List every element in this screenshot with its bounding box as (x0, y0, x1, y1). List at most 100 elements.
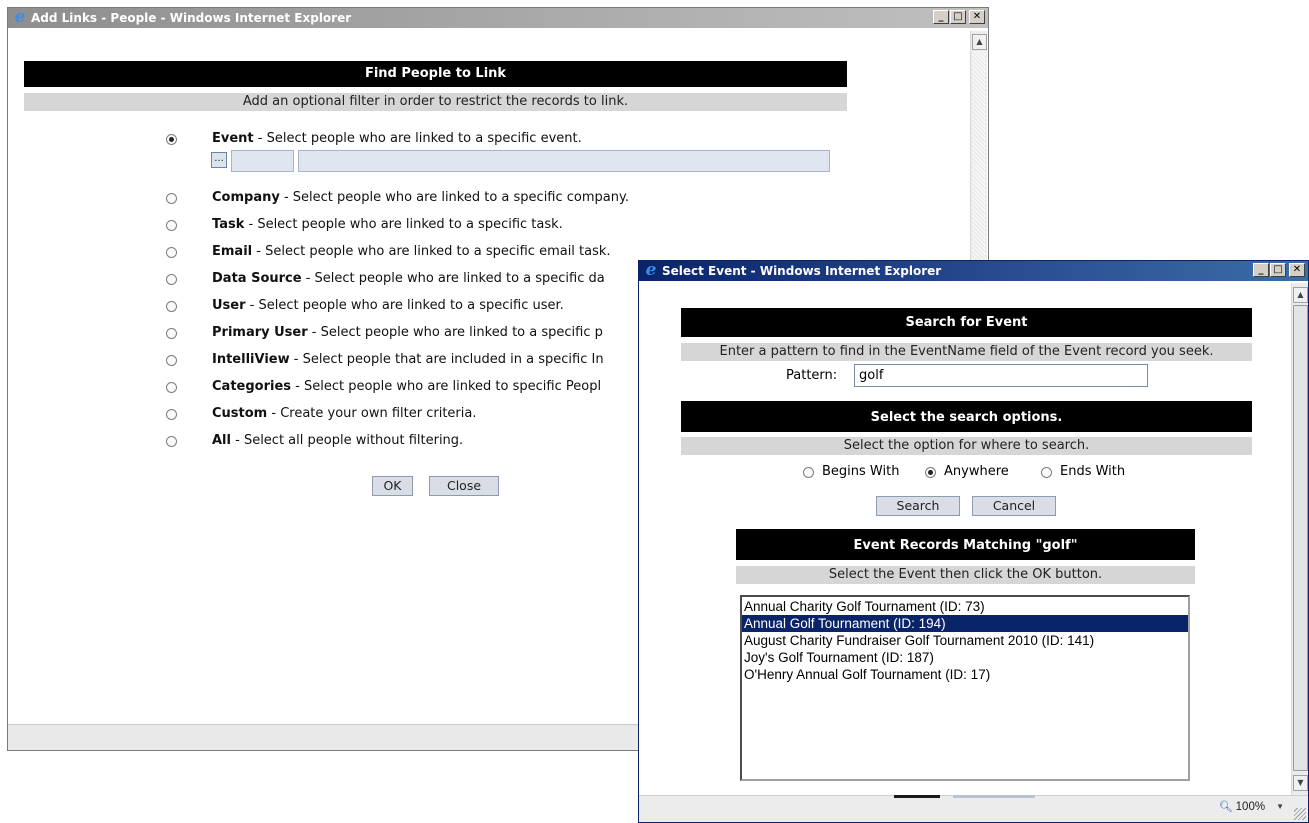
filter-radio-data-source[interactable] (166, 274, 177, 285)
filter-option-all[interactable]: All - Select all people without filterin… (212, 433, 463, 448)
search-instruction: Enter a pattern to find in the EventName… (681, 343, 1252, 361)
filter-radio-event[interactable] (166, 134, 177, 145)
select-event-titlebar[interactable]: e Select Event - Windows Internet Explor… (639, 261, 1308, 281)
event-name-field[interactable] (298, 150, 830, 172)
filter-option-description: - Select people who are linked to a spec… (301, 271, 605, 286)
ie-icon: e (14, 7, 26, 27)
filter-option-name: Data Source (212, 271, 302, 286)
vertical-scrollbar[interactable]: ▲ ▼ (1291, 283, 1308, 795)
filter-option-categories[interactable]: Categories - Select people who are linke… (212, 379, 601, 394)
pattern-label: Pattern: (786, 368, 838, 383)
zoom-level: 100% (1235, 800, 1266, 813)
filter-option-company[interactable]: Company - Select people who are linked t… (212, 190, 629, 205)
chevron-down-icon[interactable]: ▼ (1276, 802, 1284, 811)
search-option-radio-ends-with[interactable] (1041, 467, 1052, 478)
filter-option-task[interactable]: Task - Select people who are linked to a… (212, 217, 563, 232)
filter-radio-task[interactable] (166, 220, 177, 231)
search-button[interactable]: Search (876, 496, 960, 516)
filter-option-description: - Select people who are linked to specif… (291, 379, 602, 394)
filter-option-description: - Select people that are included in a s… (289, 352, 604, 367)
close-window-button[interactable]: ✕ (969, 10, 985, 24)
scroll-up-arrow-icon[interactable]: ▲ (1293, 287, 1308, 303)
resize-grip-icon[interactable] (1294, 808, 1306, 820)
maximize-button[interactable]: □ (1270, 263, 1286, 277)
event-id-field[interactable] (231, 150, 294, 172)
search-options-heading: Select the search options. (681, 401, 1252, 432)
zoom-magnifier-icon: 🔍︎ (1218, 801, 1233, 813)
search-option-radio-anywhere[interactable] (925, 467, 936, 478)
search-option-label[interactable]: Anywhere (944, 464, 1009, 479)
filter-option-name: Primary User (212, 325, 308, 340)
filter-option-description: - Select people who are linked to a spec… (244, 217, 563, 232)
filter-option-user[interactable]: User - Select people who are linked to a… (212, 298, 564, 313)
find-people-subheading: Add an optional filter in order to restr… (24, 93, 847, 111)
filter-radio-categories[interactable] (166, 382, 177, 393)
partial-close-button[interactable] (953, 795, 1035, 798)
filter-option-name: Categories (212, 379, 292, 394)
filter-option-name: Event (212, 131, 254, 146)
filter-option-name: User (212, 298, 246, 313)
find-people-heading: Find People to Link (24, 61, 847, 87)
close-window-button[interactable]: ✕ (1289, 263, 1305, 277)
filter-option-event[interactable]: Event - Select people who are linked to … (212, 131, 582, 146)
filter-option-name: Email (212, 244, 253, 259)
filter-option-description: - Select people who are linked to a spec… (253, 131, 582, 146)
list-item[interactable]: Annual Charity Golf Tournament (ID: 73) (742, 598, 1188, 615)
pattern-input[interactable] (854, 364, 1148, 387)
add-links-titlebar[interactable]: e Add Links - People - Windows Internet … (8, 8, 988, 28)
ie-icon: e (645, 260, 657, 280)
results-heading: Event Records Matching "golf" (736, 529, 1195, 560)
window-controls: _ □ ✕ (1253, 263, 1305, 277)
partial-ok-button[interactable] (894, 795, 940, 798)
filter-option-description: - Select all people without filtering. (230, 433, 464, 448)
search-for-event-heading: Search for Event (681, 308, 1252, 337)
list-item[interactable]: Joy's Golf Tournament (ID: 187) (742, 649, 1188, 666)
filter-option-name: Task (212, 217, 245, 232)
window-title: Add Links - People - Windows Internet Ex… (31, 11, 352, 25)
window-title: Select Event - Windows Internet Explorer (662, 264, 942, 278)
maximize-button[interactable]: □ (950, 10, 966, 24)
filter-option-description: - Select people who are linked to a spec… (279, 190, 629, 205)
minimize-button[interactable]: _ (933, 10, 949, 24)
filter-option-data-source[interactable]: Data Source - Select people who are link… (212, 271, 605, 286)
search-options-instruction: Select the option for where to search. (681, 437, 1252, 455)
filter-option-name: Custom (212, 406, 268, 421)
filter-option-name: IntelliView (212, 352, 290, 367)
browse-event-button[interactable]: ... (211, 152, 227, 168)
search-option-label[interactable]: Begins With (822, 464, 899, 479)
ok-button[interactable]: OK (372, 476, 413, 496)
filter-option-description: - Select people who are linked to a spec… (252, 244, 611, 259)
list-item[interactable]: O'Henry Annual Golf Tournament (ID: 17) (742, 666, 1188, 683)
filter-radio-user[interactable] (166, 301, 177, 312)
results-instruction: Select the Event then click the OK butto… (736, 566, 1195, 584)
list-item[interactable]: Annual Golf Tournament (ID: 194) (742, 615, 1188, 632)
scroll-down-arrow-icon[interactable]: ▼ (1293, 775, 1308, 791)
filter-radio-company[interactable] (166, 193, 177, 204)
filter-option-description: - Select people who are linked to a spec… (245, 298, 564, 313)
event-results-listbox[interactable]: Annual Charity Golf Tournament (ID: 73) A… (740, 595, 1190, 781)
filter-radio-email[interactable] (166, 247, 177, 258)
cancel-button[interactable]: Cancel (972, 496, 1056, 516)
filter-option-custom[interactable]: Custom - Create your own filter criteria… (212, 406, 476, 421)
status-bar: 🔍︎ 100% ▼ (639, 795, 1308, 822)
filter-radio-intelliview[interactable] (166, 355, 177, 366)
minimize-button[interactable]: _ (1253, 263, 1269, 277)
filter-option-intelliview[interactable]: IntelliView - Select people that are inc… (212, 352, 604, 367)
scroll-up-arrow-icon[interactable]: ▲ (972, 34, 987, 50)
scroll-thumb[interactable] (1293, 305, 1308, 771)
filter-option-name: All (212, 433, 231, 448)
filter-radio-primary-user[interactable] (166, 328, 177, 339)
filter-option-primary-user[interactable]: Primary User - Select people who are lin… (212, 325, 603, 340)
search-option-radio-begins-with[interactable] (803, 467, 814, 478)
window-controls: _ □ ✕ (933, 10, 985, 24)
list-item[interactable]: August Charity Fundraiser Golf Tournamen… (742, 632, 1188, 649)
filter-option-description: - Create your own filter criteria. (267, 406, 477, 421)
filter-radio-all[interactable] (166, 436, 177, 447)
zoom-control[interactable]: 🔍︎ 100% ▼ (1218, 800, 1284, 814)
search-option-label[interactable]: Ends With (1060, 464, 1125, 479)
close-button[interactable]: Close (429, 476, 499, 496)
filter-option-email[interactable]: Email - Select people who are linked to … (212, 244, 611, 259)
filter-option-name: Company (212, 190, 280, 205)
filter-radio-custom[interactable] (166, 409, 177, 420)
filter-option-description: - Select people who are linked to a spec… (307, 325, 603, 340)
